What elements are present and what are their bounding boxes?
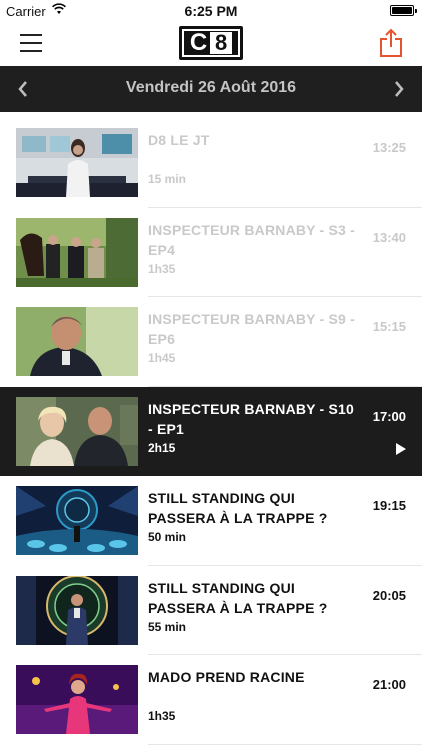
app-header: C 8 [0, 22, 422, 66]
program-row[interactable]: INSPECTEUR BARNABY - S9 - EP6 15:15 1h45 [0, 297, 422, 387]
channel-logo: C 8 [179, 26, 243, 60]
play-icon[interactable] [396, 442, 406, 455]
program-start-time: 13:40 [372, 229, 406, 245]
program-duration: 1h45 [148, 351, 176, 365]
program-title: MADO PREND RACINE [148, 669, 305, 685]
program-duration: 55 min [148, 619, 187, 634]
program-start-time: 13:25 [372, 140, 406, 155]
program-duration: 1h35 [148, 709, 176, 723]
program-start-time: 17:00 [372, 408, 406, 424]
program-thumbnail [16, 307, 138, 376]
program-title: INSPECTEUR BARNABY - S9 - EP6 [148, 311, 355, 347]
program-thumbnail [16, 665, 138, 734]
program-thumbnail [16, 575, 138, 645]
current-date: Vendredi 26 Août 2016 [125, 79, 297, 96]
program-start-time: 15:15 [372, 319, 406, 334]
program-row[interactable]: STILL STANDING QUI PASSERA À LA TRAPPE ?… [0, 476, 422, 566]
program-duration: 50 min [148, 530, 187, 544]
program-start-time: 21:00 [372, 677, 406, 692]
chevron-right-icon[interactable] [384, 74, 414, 104]
program-duration: 1h35 [148, 261, 176, 276]
program-thumbnail [16, 128, 138, 197]
program-row[interactable]: MADO PREND RACINE 21:00 1h35 [0, 655, 422, 745]
program-start-time: 19:15 [372, 498, 406, 513]
program-list: D8 LE JT 13:25 15 min INSPECTEUR BARNABY… [0, 118, 422, 745]
battery-icon [390, 5, 417, 16]
program-title: D8 LE JT [148, 132, 210, 148]
program-title: STILL STANDING QUI PASSERA À LA TRAPPE ? [148, 579, 328, 616]
program-row[interactable]: INSPECTEUR BARNABY - S3 - EP4 13:40 1h35 [0, 208, 422, 297]
row-divider [148, 743, 422, 745]
menu-icon[interactable] [20, 32, 42, 54]
program-duration: 15 min [148, 172, 187, 186]
status-bar: Carrier 6:25 PM [0, 0, 422, 22]
program-thumbnail [16, 486, 138, 555]
status-time: 6:25 PM [184, 3, 238, 19]
program-duration: 2h15 [148, 440, 176, 455]
program-title: INSPECTEUR BARNABY - S10 - EP1 [148, 400, 355, 437]
logo-digit-8: 8 [210, 32, 233, 54]
program-title: INSPECTEUR BARNABY - S3 - EP4 [148, 221, 355, 258]
date-navigation: Vendredi 26 Août 2016 [0, 66, 422, 112]
program-title: STILL STANDING QUI PASSERA À LA TRAPPE ? [148, 490, 328, 526]
share-icon[interactable] [378, 28, 404, 58]
program-row[interactable]: D8 LE JT 13:25 15 min [0, 118, 422, 208]
program-row[interactable]: STILL STANDING QUI PASSERA À LA TRAPPE ?… [0, 566, 422, 655]
logo-letter-c: C [189, 29, 208, 56]
chevron-left-icon[interactable] [8, 74, 38, 104]
program-thumbnail [16, 217, 138, 287]
program-start-time: 20:05 [372, 587, 406, 603]
program-thumbnail [16, 396, 138, 466]
program-row-current[interactable]: INSPECTEUR BARNABY - S10 - EP1 17:00 2h1… [0, 386, 422, 476]
